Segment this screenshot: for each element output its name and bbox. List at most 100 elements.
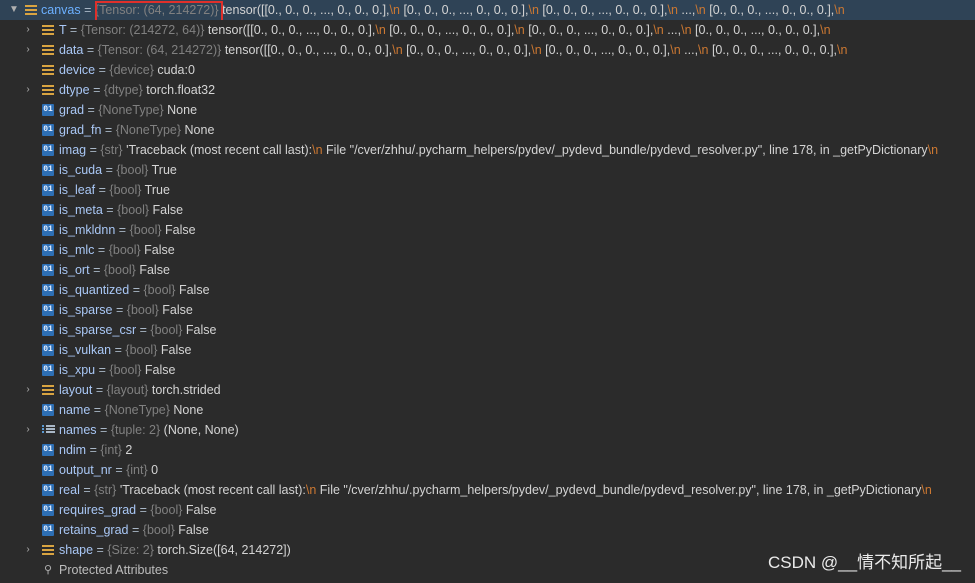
equals-sign: = bbox=[89, 443, 97, 457]
var-value: False bbox=[144, 243, 175, 257]
field-icon: 01 bbox=[42, 224, 54, 236]
chevron-right-icon[interactable]: › bbox=[22, 380, 34, 400]
tree-row-real[interactable]: 01 real = {str} 'Traceback (most recent … bbox=[0, 480, 975, 500]
newline-escape: \n bbox=[667, 3, 678, 17]
var-value: False bbox=[178, 523, 209, 537]
field-icon: 01 bbox=[42, 504, 54, 516]
equals-sign: = bbox=[83, 483, 91, 497]
var-value: 0 bbox=[151, 463, 159, 477]
tree-row-is-mkldnn[interactable]: 01 is_mkldnn = {bool} False bbox=[0, 220, 975, 240]
tree-row-canvas[interactable]: ▼ canvas = {Tensor: (64, 214272)} tensor… bbox=[0, 0, 975, 20]
var-value: torch.strided bbox=[151, 383, 221, 397]
chevron-down-icon[interactable]: ▼ bbox=[8, 0, 20, 20]
tree-row-is-vulkan[interactable]: 01 is_vulkan = {bool} False bbox=[0, 340, 975, 360]
chevron-right-icon[interactable]: › bbox=[22, 420, 34, 440]
chevron-right-icon[interactable]: › bbox=[22, 540, 34, 560]
tree-row-is-meta[interactable]: 01 is_meta = {bool} False bbox=[0, 200, 975, 220]
equals-sign: = bbox=[139, 323, 147, 337]
var-type: {str} bbox=[100, 143, 123, 157]
var-type: {bool} bbox=[150, 323, 183, 337]
tree-row-is-ort[interactable]: 01 is_ort = {bool} False bbox=[0, 260, 975, 280]
var-value: cuda:0 bbox=[157, 63, 195, 77]
var-type: {NoneType} bbox=[115, 123, 182, 137]
highlight-box bbox=[95, 1, 223, 20]
tree-row-is-sparse[interactable]: 01 is_sparse = {bool} False bbox=[0, 300, 975, 320]
equals-sign: = bbox=[93, 403, 102, 417]
tree-row-is-cuda[interactable]: 01 is_cuda = {bool} True bbox=[0, 160, 975, 180]
chevron-right-icon[interactable]: › bbox=[22, 80, 34, 100]
newline-escape: \n bbox=[392, 43, 403, 57]
field-icon: 01 bbox=[42, 304, 54, 316]
field-icon: 01 bbox=[42, 464, 54, 476]
newline-escape: \n bbox=[837, 43, 848, 57]
field-icon: 01 bbox=[42, 484, 54, 496]
equals-sign: = bbox=[93, 83, 101, 97]
var-value: tensor([[0., 0., 0., ..., 0., 0., 0.],\n… bbox=[207, 23, 831, 37]
newline-escape: \n bbox=[670, 43, 681, 57]
var-name: name bbox=[59, 403, 91, 417]
field-icon: 01 bbox=[42, 264, 54, 276]
field-icon: 01 bbox=[42, 204, 54, 216]
var-name: grad_fn bbox=[59, 123, 102, 137]
var-value: False bbox=[139, 263, 170, 277]
var-name: ndim bbox=[59, 443, 87, 457]
field-icon: 01 bbox=[42, 344, 54, 356]
chevron-right-icon[interactable]: › bbox=[22, 20, 34, 40]
equals-sign: = bbox=[98, 363, 106, 377]
tree-row-layout[interactable]: › layout = {layout} torch.strided bbox=[0, 380, 975, 400]
tree-row-is-xpu[interactable]: 01 is_xpu = {bool} False bbox=[0, 360, 975, 380]
tree-row-dtype[interactable]: › dtype = {dtype} torch.float32 bbox=[0, 80, 975, 100]
var-type: {bool} bbox=[116, 163, 149, 177]
field-icon: 01 bbox=[42, 124, 54, 136]
var-name: T bbox=[59, 23, 67, 37]
tree-row-grad-fn[interactable]: 01 grad_fn = {NoneType} None bbox=[0, 120, 975, 140]
newline-escape: \n bbox=[531, 43, 542, 57]
tree-row-ndim[interactable]: 01 ndim = {int} 2 bbox=[0, 440, 975, 460]
tree-row-T[interactable]: › T = {Tensor: (214272, 64)} tensor([[0.… bbox=[0, 20, 975, 40]
tree-row-name[interactable]: 01 name = {NoneType} None bbox=[0, 400, 975, 420]
tree-row-is-mlc[interactable]: 01 is_mlc = {bool} False bbox=[0, 240, 975, 260]
var-type: {bool} bbox=[103, 263, 136, 277]
field-icon: 01 bbox=[42, 244, 54, 256]
tree-row-data[interactable]: › data = {Tensor: (64, 214272)} tensor([… bbox=[0, 40, 975, 60]
tree-row-retains-grad[interactable]: 01 retains_grad = {bool} False bbox=[0, 520, 975, 540]
field-icon: 01 bbox=[42, 524, 54, 536]
var-type: {Tensor: (214272, 64)} bbox=[80, 23, 205, 37]
var-name: is_ort bbox=[59, 263, 90, 277]
tree-row-is-quantized[interactable]: 01 is_quantized = {bool} False bbox=[0, 280, 975, 300]
var-type: {bool} bbox=[150, 503, 183, 517]
field-icon: 01 bbox=[42, 324, 54, 336]
newline-escape: \n bbox=[698, 43, 709, 57]
tree-row-is-sparse-csr[interactable]: 01 is_sparse_csr = {bool} False bbox=[0, 320, 975, 340]
newline-escape: \n bbox=[305, 483, 317, 497]
tree-row-output-nr[interactable]: 01 output_nr = {int} 0 bbox=[0, 460, 975, 480]
var-type: {bool} bbox=[108, 243, 141, 257]
tree-row-names[interactable]: › names = {tuple: 2} (None, None) bbox=[0, 420, 975, 440]
var-type: {bool} bbox=[117, 203, 150, 217]
var-name: real bbox=[59, 483, 80, 497]
equals-sign: = bbox=[89, 143, 97, 157]
newline-escape: \n bbox=[927, 143, 939, 157]
var-name: is_meta bbox=[59, 203, 103, 217]
tree-row-is-leaf[interactable]: 01 is_leaf = {bool} True bbox=[0, 180, 975, 200]
var-type: {bool} bbox=[142, 523, 175, 537]
key-icon: ⚲ bbox=[43, 564, 53, 576]
var-type: {layout} bbox=[106, 383, 149, 397]
field-icon: 01 bbox=[42, 164, 54, 176]
equals-sign: = bbox=[96, 543, 104, 557]
var-name: retains_grad bbox=[59, 523, 129, 537]
tree-row-requires-grad[interactable]: 01 requires_grad = {bool} False bbox=[0, 500, 975, 520]
list-icon bbox=[42, 424, 55, 436]
chevron-right-icon[interactable]: › bbox=[22, 40, 34, 60]
newline-escape: \n bbox=[312, 143, 323, 157]
newline-escape: \n bbox=[921, 483, 932, 497]
field-icon: 01 bbox=[42, 404, 54, 416]
var-name: output_nr bbox=[59, 463, 112, 477]
object-icon bbox=[42, 24, 54, 36]
newline-escape: \n bbox=[653, 23, 664, 37]
tree-row-device[interactable]: device = {device} cuda:0 bbox=[0, 60, 975, 80]
tree-row-imag[interactable]: 01 imag = {str} 'Traceback (most recent … bbox=[0, 140, 975, 160]
var-type: {int} bbox=[126, 463, 148, 477]
tree-row-grad[interactable]: 01 grad = {NoneType} None bbox=[0, 100, 975, 120]
var-value: False bbox=[185, 503, 217, 517]
